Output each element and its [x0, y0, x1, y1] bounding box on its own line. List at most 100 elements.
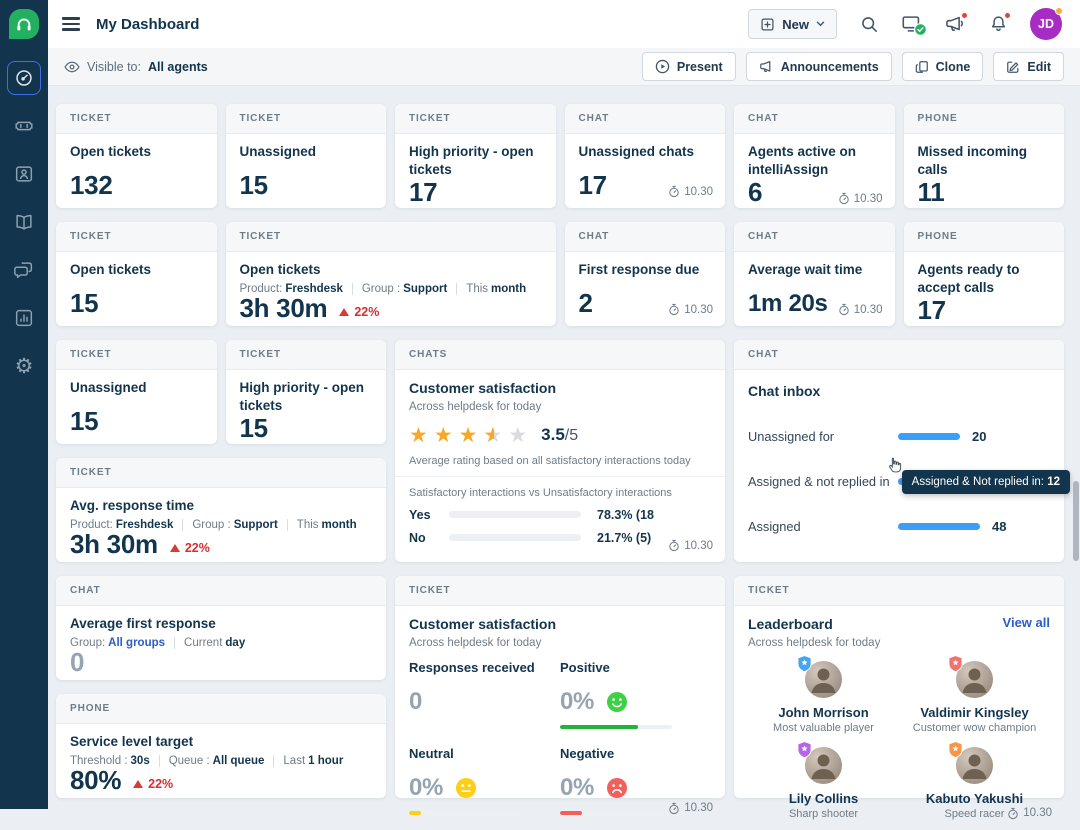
view-all-link[interactable]: View all	[1003, 615, 1050, 630]
card-avg-response-time: TICKET Avg. response time Product:Freshd…	[56, 458, 386, 562]
timer-icon	[668, 303, 680, 316]
chevron-down-icon	[816, 21, 825, 27]
card-open-tickets-132: TICKET Open tickets 132	[56, 104, 217, 208]
sidebar-item-solutions[interactable]	[7, 205, 41, 239]
avatar	[956, 661, 993, 698]
award-badge-icon	[948, 741, 963, 758]
negative-bar	[560, 811, 672, 815]
search-icon[interactable]	[858, 13, 880, 35]
card-agents-intelliassign: CHAT Agents active on intelliAssign 6 10…	[734, 104, 895, 208]
edit-button[interactable]: Edit	[993, 52, 1064, 81]
refresh-time: 10.30	[668, 802, 713, 815]
all-groups-link[interactable]: All groups	[108, 637, 165, 649]
notification-dot	[1004, 12, 1011, 19]
timer-icon	[668, 185, 680, 198]
card-open-tickets-filtered: TICKET Open tickets Product:Freshdesk Gr…	[226, 222, 556, 326]
card-unassigned-15: TICKET Unassigned 15	[56, 340, 217, 444]
bar-tooltip: Assigned & Not replied in: 12	[902, 470, 1070, 494]
metric-value: 0	[70, 649, 84, 675]
edit-icon	[1006, 60, 1020, 74]
header: My Dashboard New	[48, 0, 1080, 48]
notification-dot	[961, 12, 968, 19]
freshworks-logo[interactable]	[0, 0, 48, 48]
rating-value: 3.5/5	[541, 425, 578, 445]
card-high-priority-open: TICKET High priority - open tickets 17	[395, 104, 556, 208]
metric-value: 17	[579, 172, 607, 198]
present-icon	[655, 59, 670, 74]
metric-value: 80%	[70, 767, 121, 793]
no-bar	[449, 534, 581, 541]
unassigned-for-bar[interactable]	[898, 433, 960, 440]
dashboard-toolbar: Visible to: All agents Present Announcem…	[48, 48, 1080, 86]
check-badge-icon	[914, 23, 927, 36]
card-avg-wait-time: CHAT Average wait time 1m 20s 10.30	[734, 222, 895, 326]
avatar-status-dot	[1055, 7, 1063, 15]
chat-icon	[13, 259, 35, 281]
menu-toggle-icon[interactable]	[62, 17, 80, 30]
card-chats-satisfaction: CHATS Customer satisfaction Across helpd…	[395, 340, 725, 562]
avatar	[805, 747, 842, 784]
responses-received-metric: Responses received 0	[409, 660, 560, 729]
metric-value: 132	[70, 172, 112, 198]
card-agents-ready: PHONE Agents ready to accept calls 17	[904, 222, 1065, 326]
assigned-bar[interactable]	[898, 523, 980, 530]
metric-value: 3h 30m	[240, 295, 328, 321]
sidebar: ⚙	[0, 0, 48, 809]
neutral-face-icon	[455, 777, 477, 799]
triangle-up-icon	[133, 780, 143, 788]
page-title: My Dashboard	[96, 16, 199, 33]
card-high-priority-15: TICKET High priority - open tickets 15	[226, 340, 387, 444]
metric-value: 15	[70, 290, 98, 316]
announcements-button[interactable]: Announcements	[746, 52, 892, 81]
gear-icon: ⚙	[15, 356, 34, 377]
card-leaderboard: TICKET Leaderboard Across helpdesk for t…	[734, 576, 1064, 798]
leaderboard-person: John Morrison Most valuable player	[748, 661, 899, 734]
positive-metric: Positive 0%	[560, 660, 711, 729]
app-switcher-icon[interactable]	[901, 13, 923, 35]
sidebar-item-analytics[interactable]	[7, 301, 41, 335]
trend-up-badge: 22%	[133, 777, 173, 793]
sidebar-item-dashboard[interactable]	[7, 61, 41, 95]
refresh-time: 10.30	[838, 303, 883, 316]
sidebar-item-settings[interactable]: ⚙	[7, 349, 41, 383]
refresh-time: 10.30	[838, 192, 883, 205]
refresh-time: 10.30	[668, 303, 713, 316]
announcements-icon[interactable]	[944, 13, 966, 35]
notifications-bell-icon[interactable]	[987, 13, 1009, 35]
contacts-icon	[13, 163, 35, 185]
leaderboard-person: Valdimir Kingsley Customer wow champion	[899, 661, 1050, 734]
card-filters: Group:All groups Currentday	[70, 637, 372, 649]
award-badge-icon	[797, 655, 812, 672]
present-button[interactable]: Present	[642, 52, 736, 81]
dashboard-icon	[13, 67, 35, 89]
tickets-icon	[13, 115, 35, 137]
metric-value: 15	[240, 172, 268, 198]
plus-square-icon	[760, 17, 775, 32]
inbox-row-unassigned: Unassigned for 20	[748, 429, 1050, 444]
refresh-time: 10.30	[668, 185, 713, 198]
metric-value: 17	[409, 179, 437, 205]
sidebar-nav: ⚙	[0, 48, 48, 397]
analytics-icon	[13, 307, 35, 329]
timer-icon	[838, 192, 850, 205]
refresh-time: 10.30	[668, 539, 713, 552]
positive-bar	[560, 725, 672, 729]
triangle-up-icon	[339, 308, 349, 316]
card-unassigned-chats: CHAT Unassigned chats 17 10.30	[565, 104, 726, 208]
metric-value: 3h 30m	[70, 531, 158, 557]
clone-icon	[915, 60, 929, 74]
scrollbar-thumb[interactable]	[1073, 481, 1079, 561]
sidebar-item-contacts[interactable]	[7, 157, 41, 191]
trend-up-badge: 22%	[339, 305, 379, 321]
sad-face-icon	[606, 777, 628, 799]
award-badge-icon	[797, 741, 812, 758]
yes-bar	[449, 511, 581, 518]
card-open-tickets-15: TICKET Open tickets 15	[56, 222, 217, 326]
user-avatar[interactable]: JD	[1030, 8, 1062, 40]
sidebar-item-tickets[interactable]	[7, 109, 41, 143]
clone-button[interactable]: Clone	[902, 52, 984, 81]
happy-face-icon	[606, 691, 628, 713]
sidebar-item-chat[interactable]	[7, 253, 41, 287]
new-button[interactable]: New	[748, 9, 837, 39]
dashboard-main: TICKET Open tickets 132 TICKET Unassigne…	[48, 86, 1080, 809]
